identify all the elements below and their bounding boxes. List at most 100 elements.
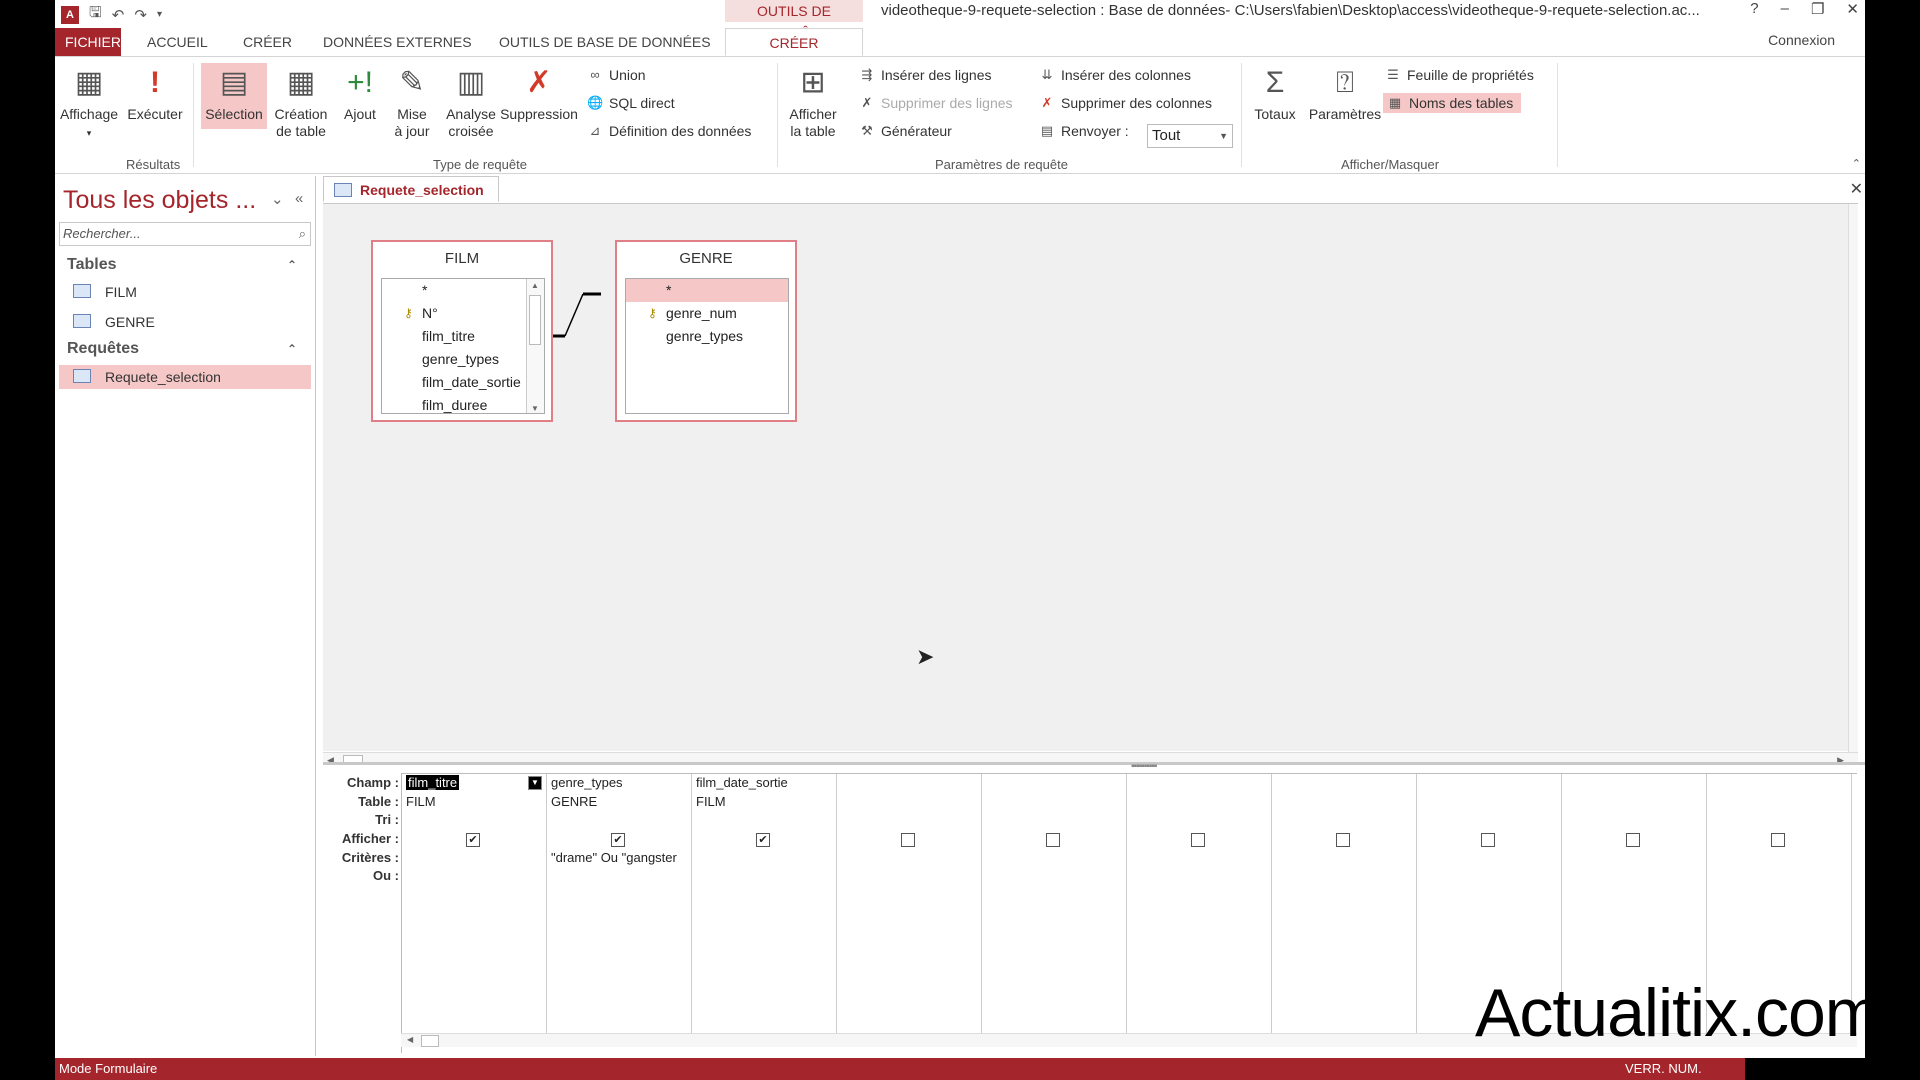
grid-cell-field[interactable] <box>1417 774 1561 793</box>
search-icon[interactable]: ⌕ <box>299 223 306 245</box>
sign-in-link[interactable]: Connexion <box>1768 32 1835 48</box>
field-item[interactable]: ⚷ N° <box>382 302 544 325</box>
union-button[interactable]: ∞ Union <box>587 67 645 83</box>
property-sheet-button[interactable]: ☰ Feuille de propriétés <box>1385 67 1534 83</box>
grid-cell-or[interactable] <box>1417 867 1561 886</box>
make-table-button[interactable]: ▦ Création de table <box>269 63 333 140</box>
view-button[interactable]: ▦ Affichage ▾ <box>57 63 121 142</box>
show-checkbox[interactable] <box>1771 833 1785 848</box>
nav-collapse-icon[interactable]: « <box>295 190 303 207</box>
scroll-thumb[interactable] <box>421 1035 439 1047</box>
grid-cell-or[interactable] <box>1707 867 1851 886</box>
grid-cell-show[interactable] <box>837 830 981 849</box>
grid-cell-or[interactable] <box>837 867 981 886</box>
field-list-scrollbar[interactable]: ▲ ▼ <box>526 279 544 413</box>
grid-cell-show[interactable]: ✔ <box>547 830 691 849</box>
grid-cell-sort[interactable] <box>837 811 981 830</box>
run-button[interactable]: ! Exécuter <box>125 63 185 123</box>
grid-cell-criteria[interactable] <box>1707 849 1851 868</box>
grid-cell-sort[interactable] <box>692 811 836 830</box>
help-button[interactable]: ? <box>1750 0 1758 18</box>
grid-cell-show[interactable] <box>982 830 1126 849</box>
grid-cell-or[interactable] <box>1272 867 1416 886</box>
grid-cell-table[interactable] <box>1562 793 1706 812</box>
field-list[interactable]: * ⚷ genre_num genre_types <box>625 278 789 414</box>
grid-cell-sort[interactable] <box>982 811 1126 830</box>
grid-cell-sort[interactable] <box>1417 811 1561 830</box>
customize-qat-icon[interactable]: ▾ <box>157 9 162 20</box>
crosstab-button[interactable]: ▥ Analyse croisée <box>439 63 503 140</box>
delete-rows-button[interactable]: ✗ Supprimer des lignes <box>859 95 1013 111</box>
grid-cell-or[interactable] <box>547 867 691 886</box>
grid-cell-criteria[interactable] <box>837 849 981 868</box>
grid-cell-or[interactable] <box>1562 867 1706 886</box>
grid-cell-or[interactable] <box>692 867 836 886</box>
grid-cell-or[interactable] <box>1127 867 1271 886</box>
design-vertical-scrollbar[interactable] <box>1848 204 1858 752</box>
grid-cell-sort[interactable] <box>547 811 691 830</box>
close-document-icon[interactable]: ✕ <box>1850 179 1863 199</box>
nav-group-queries[interactable]: Requêtes ⌃ <box>67 340 307 358</box>
restore-button[interactable]: ❐ <box>1811 0 1824 18</box>
delete-query-button[interactable]: ✗ Suppression <box>497 63 581 123</box>
grid-cell-show[interactable] <box>1562 830 1706 849</box>
scroll-left-icon[interactable]: ◀ <box>407 1035 413 1044</box>
grid-cell-field[interactable] <box>837 774 981 793</box>
splitter-handle[interactable]: ▪▪▪▪▪▪▪▪▪▪ <box>1131 761 1157 772</box>
select-query-button[interactable]: ▤ Sélection <box>201 63 267 129</box>
close-button[interactable]: ✕ <box>1846 0 1859 18</box>
table-names-button[interactable]: ▦ Noms des tables <box>1383 93 1522 113</box>
field-item[interactable]: film_date_sortie <box>382 371 544 394</box>
grid-cell-field[interactable] <box>1127 774 1271 793</box>
nav-search-input[interactable]: Rechercher... ⌕ <box>59 222 311 246</box>
totals-button[interactable]: Σ Totaux <box>1247 63 1303 123</box>
grid-cell-criteria[interactable] <box>692 849 836 868</box>
save-icon[interactable]: 🖫 <box>89 2 102 27</box>
show-table-button[interactable]: ⊞ Afficher la table <box>783 63 843 140</box>
show-checkbox[interactable] <box>1336 833 1350 848</box>
tab-file[interactable]: FICHIER <box>55 28 121 56</box>
field-item[interactable]: * <box>626 279 788 302</box>
grid-cell-field[interactable] <box>1562 774 1706 793</box>
grid-cell-or[interactable] <box>402 867 546 886</box>
update-button[interactable]: ✎ Mise à jour <box>387 63 437 140</box>
grid-cell-sort[interactable] <box>1272 811 1416 830</box>
grid-cell-or[interactable] <box>982 867 1126 886</box>
chevron-down-icon[interactable]: ▼ <box>528 776 542 790</box>
grid-cell-show[interactable] <box>1272 830 1416 849</box>
grid-cell-sort[interactable] <box>402 811 546 830</box>
grid-cell-criteria[interactable] <box>982 849 1126 868</box>
grid-cell-show[interactable] <box>1127 830 1271 849</box>
minimize-button[interactable]: – <box>1781 0 1789 18</box>
grid-cell-criteria[interactable] <box>402 849 546 868</box>
collapse-group-icon[interactable]: ⌃ <box>287 258 297 272</box>
grid-cell-field[interactable]: genre_types <box>547 774 691 793</box>
field-item[interactable]: film_duree <box>382 394 544 413</box>
grid-cell-table[interactable] <box>1417 793 1561 812</box>
delete-columns-button[interactable]: ✗ Supprimer des colonnes <box>1039 95 1212 111</box>
grid-cell-sort[interactable] <box>1707 811 1851 830</box>
redo-icon[interactable]: ↷ <box>134 6 147 24</box>
table-box-film[interactable]: FILM * ⚷ N° film_titre genre_types film_d… <box>371 240 553 422</box>
grid-cell-table[interactable]: FILM <box>402 793 546 812</box>
grid-cell-table[interactable] <box>1272 793 1416 812</box>
grid-cell-show[interactable]: ✔ <box>402 830 546 849</box>
grid-cell-show[interactable] <box>1707 830 1851 849</box>
grid-cell-table[interactable] <box>982 793 1126 812</box>
grid-cell-table[interactable]: FILM <box>692 793 836 812</box>
grid-cell-criteria[interactable] <box>1127 849 1271 868</box>
nav-item-query-selection[interactable]: Requete_selection <box>59 365 311 389</box>
grid-cell-field[interactable] <box>1272 774 1416 793</box>
grid-cell-field[interactable] <box>982 774 1126 793</box>
scroll-thumb[interactable] <box>529 295 541 345</box>
grid-cell-show[interactable] <box>1417 830 1561 849</box>
nav-item-table-genre[interactable]: GENRE <box>59 310 311 334</box>
passthrough-button[interactable]: 🌐 SQL direct <box>587 95 675 111</box>
undo-icon[interactable]: ↶ <box>112 6 125 24</box>
tab-create[interactable]: CRÉER <box>233 28 302 56</box>
grid-cell-table[interactable] <box>1127 793 1271 812</box>
collapse-group-icon[interactable]: ⌃ <box>287 342 297 356</box>
append-button[interactable]: +! Ajout <box>335 63 385 123</box>
query-design-surface[interactable]: 1 ∞ FILM * ⚷N° film_titre genre_types fi… <box>323 203 1858 770</box>
data-definition-button[interactable]: ⊿ Définition des données <box>587 123 752 139</box>
